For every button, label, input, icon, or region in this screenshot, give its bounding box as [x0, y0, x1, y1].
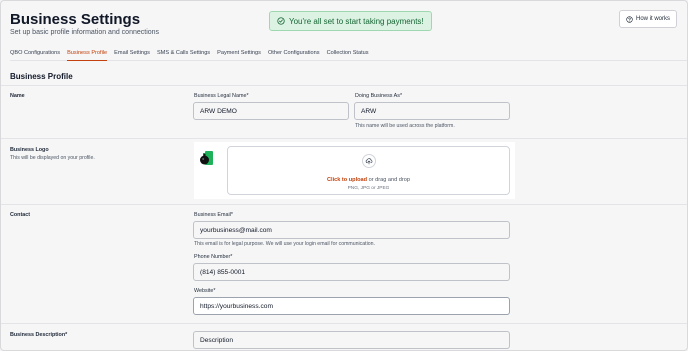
business-settings-page: Business Settings Set up basic profile i… [0, 0, 688, 351]
tab-sms-calls-settings[interactable]: SMS & Calls Settings [157, 47, 210, 61]
divider [1, 204, 687, 205]
toast-text: You're all set to start taking payments! [289, 16, 424, 26]
drag-drop-text: or drag and drop [367, 177, 410, 183]
website-label: Website* [194, 288, 216, 294]
section-title: Business Profile [10, 72, 73, 81]
how-it-works-button[interactable]: How it works [618, 10, 677, 28]
email-label: Business Email* [194, 212, 233, 218]
divider [1, 85, 687, 86]
legal-name-input[interactable]: ARW DEMO [193, 102, 349, 120]
success-toast: You're all set to start taking payments! [269, 11, 432, 31]
click-to-upload-link[interactable]: Click to upload [327, 177, 367, 183]
phone-input[interactable]: (814) 855-0001 [193, 263, 510, 281]
email-input[interactable]: yourbusiness@mail.com [193, 221, 510, 239]
description-input[interactable]: Description [193, 331, 510, 349]
cloud-upload-glyph [365, 158, 373, 165]
dba-help: This name will be used across the platfo… [355, 123, 455, 129]
tab-qbo-configurations[interactable]: QBO Configurations [10, 47, 60, 61]
divider [1, 323, 687, 324]
email-help: This email is for legal purpose. We will… [194, 241, 375, 247]
tab-payment-settings[interactable]: Payment Settings [217, 47, 261, 61]
dba-label: Doing Business As* [355, 93, 403, 99]
upload-file-types: PNG, JPG or JPEG [347, 186, 390, 191]
check-circle-icon [277, 17, 285, 25]
business-logo-image [200, 151, 213, 165]
logo-row-label: Business Logo [10, 147, 49, 153]
logo-upload-panel: Click to upload or drag and drop PNG, JP… [194, 142, 515, 199]
legal-name-label: Business Legal Name* [194, 93, 249, 99]
name-row-label: Name [10, 93, 25, 99]
page-title: Business Settings [10, 11, 141, 28]
cloud-upload-icon [362, 154, 376, 168]
page-subtitle: Set up basic profile information and con… [10, 29, 160, 36]
logo-dropzone[interactable]: Click to upload or drag and drop PNG, JP… [227, 146, 510, 195]
how-it-works-label: How it works [635, 16, 670, 22]
contact-row-label: Contact [10, 212, 31, 218]
phone-label: Phone Number* [194, 254, 233, 260]
tab-email-settings[interactable]: Email Settings [114, 47, 150, 61]
tab-other-configurations[interactable]: Other Configurations [268, 47, 320, 61]
settings-tabs: QBO Configurations Business Profile Emai… [10, 47, 687, 61]
logo-row-help: This will be displayed on your profile. [10, 155, 95, 161]
upload-instructions: Click to upload or drag and drop [228, 177, 509, 183]
help-circle-icon [626, 15, 633, 23]
website-input[interactable]: https://yourbusiness.com [193, 297, 510, 315]
tab-collection-status[interactable]: Collection Status [327, 47, 369, 61]
description-row-label: Business Description* [10, 332, 68, 338]
tab-business-profile[interactable]: Business Profile [67, 47, 108, 61]
dba-input[interactable]: ARW [354, 102, 510, 120]
divider [1, 138, 687, 139]
